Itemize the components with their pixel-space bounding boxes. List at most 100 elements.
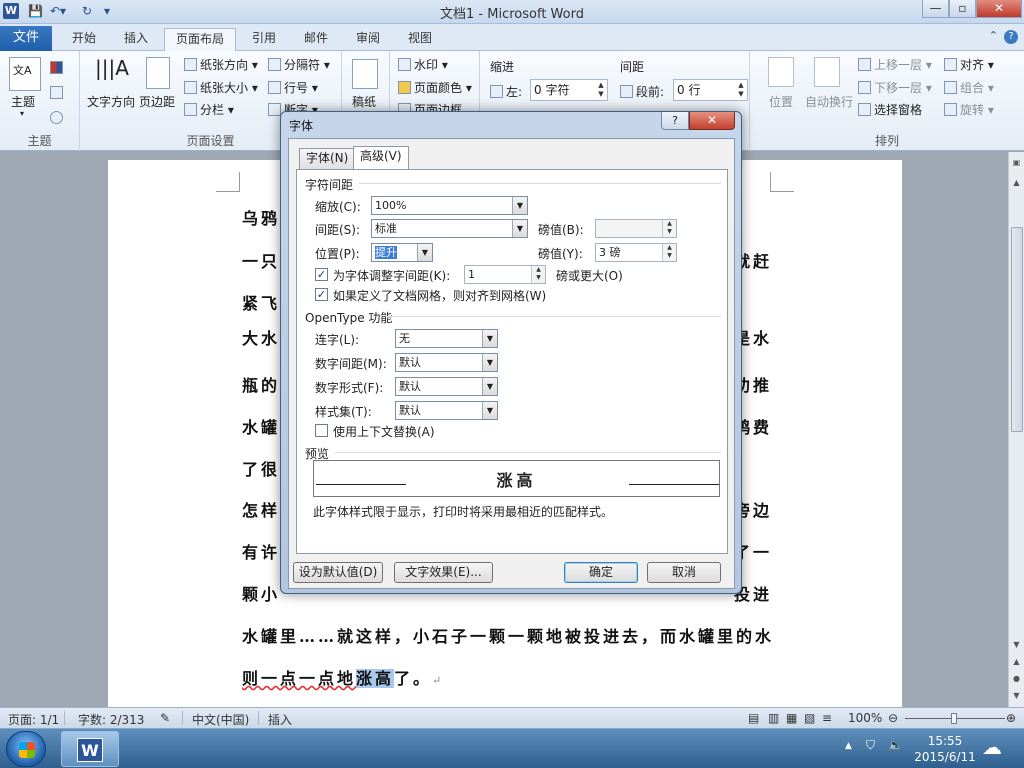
spacing-by-spinner[interactable]: ▲ ▼ <box>662 220 676 237</box>
proofing-icon[interactable]: ✎ <box>160 711 170 725</box>
spacing-select[interactable]: 标准 ▼ <box>371 219 528 238</box>
tab-references[interactable]: 引用 <box>240 28 288 51</box>
tab-advanced[interactable]: 高级(V) <box>353 146 409 170</box>
indent-left-spinner[interactable]: ▲ ▼ <box>596 81 606 99</box>
dialog-help-button[interactable]: ? <box>661 112 689 130</box>
theme-effects-icon[interactable] <box>50 111 63 124</box>
status-language[interactable]: 中文(中国) <box>192 711 249 728</box>
spacing-before-spinner[interactable]: ▲ ▼ <box>736 81 746 99</box>
print-layout-icon[interactable]: ▤ <box>748 711 759 725</box>
bring-forward-button[interactable]: 上移一层 ▾ <box>858 56 932 73</box>
collapse-ribbon-icon[interactable]: ⌃ <box>989 29 998 42</box>
scroll-thumb[interactable] <box>1011 227 1023 432</box>
selected-text[interactable]: 涨高 <box>356 669 395 688</box>
theme-icon[interactable]: 文A <box>9 57 41 91</box>
tab-insert[interactable]: 插入 <box>112 28 160 51</box>
clock[interactable]: 15:55 2015/6/11 <box>910 733 980 765</box>
scale-select[interactable]: 100% ▼ <box>371 196 528 215</box>
status-words[interactable]: 字数: 2/313 <box>78 711 144 728</box>
line-numbers-button[interactable]: 行号 ▾ <box>268 79 318 96</box>
theme-fonts-icon[interactable] <box>50 86 63 99</box>
indent-left-input[interactable]: 0 字符 ▲ ▼ <box>530 79 608 101</box>
margins-icon[interactable] <box>146 57 170 89</box>
status-insert-mode[interactable]: 插入 <box>268 711 292 728</box>
zoom-in-icon[interactable]: ⊕ <box>1006 711 1016 725</box>
wrap-text-button[interactable]: 自动换行 <box>805 93 853 110</box>
group-objects-button[interactable]: 组合 ▾ <box>944 79 994 96</box>
help-icon[interactable]: ? <box>1004 30 1018 44</box>
size-button[interactable]: 纸张大小 ▾ <box>184 79 258 96</box>
theme-colors-icon[interactable] <box>50 61 63 74</box>
rotate-button[interactable]: 旋转 ▾ <box>944 101 994 118</box>
orientation-button[interactable]: 纸张方向 ▾ <box>184 56 258 73</box>
full-screen-reading-icon[interactable]: ▥ <box>768 711 779 725</box>
cancel-button[interactable]: 取消 <box>647 562 721 583</box>
scroll-up-icon[interactable]: ▲ <box>1009 178 1024 187</box>
theme-dropdown-icon[interactable]: ▾ <box>20 109 24 118</box>
position-icon[interactable] <box>768 57 794 87</box>
columns-button[interactable]: 分栏 ▾ <box>184 101 234 118</box>
spacing-before-input[interactable]: 0 行 ▲ ▼ <box>673 79 748 101</box>
position-by-input[interactable]: 3 磅 ▲ ▼ <box>595 243 677 262</box>
text-direction-button[interactable]: 文字方向 <box>87 93 135 110</box>
outline-icon[interactable]: ▧ <box>804 711 815 725</box>
contextual-alternates-checkbox[interactable] <box>315 424 328 437</box>
tab-page-layout[interactable]: 页面布局 <box>164 28 236 52</box>
ligatures-select[interactable]: 无 ▼ <box>395 329 498 348</box>
text-direction-icon[interactable]: |||A <box>95 56 129 88</box>
action-center-icon[interactable]: ⛉ <box>866 738 875 753</box>
watermark-button[interactable]: 水印 ▾ <box>398 56 448 73</box>
number-forms-select[interactable]: 默认 ▼ <box>395 377 498 396</box>
previous-page-icon[interactable]: ▲ <box>1009 657 1024 666</box>
tab-view[interactable]: 视图 <box>396 28 444 51</box>
tab-mailings[interactable]: 邮件 <box>292 28 340 51</box>
zoom-slider-thumb[interactable] <box>951 713 957 724</box>
kerning-spinner[interactable]: ▲ ▼ <box>531 266 545 283</box>
breaks-button[interactable]: 分隔符 ▾ <box>268 56 330 73</box>
set-default-button[interactable]: 设为默认值(D) <box>293 562 383 583</box>
weather-icon[interactable]: ☁ <box>982 735 1002 759</box>
align-button[interactable]: 对齐 ▾ <box>944 56 994 73</box>
send-backward-button[interactable]: 下移一层 ▾ <box>858 79 932 96</box>
tab-file[interactable]: 文件 <box>0 26 52 51</box>
position-by-spinner[interactable]: ▲ ▼ <box>662 244 676 261</box>
scroll-down-icon[interactable]: ▼ <box>1009 640 1024 649</box>
volume-icon[interactable]: 🔈 <box>888 738 903 752</box>
tab-font[interactable]: 字体(N) <box>299 148 356 169</box>
kerning-input[interactable]: 1 ▲ ▼ <box>464 265 546 284</box>
position-button[interactable]: 位置 <box>769 93 793 110</box>
manuscript-paper-icon[interactable] <box>352 59 378 89</box>
spacing-by-input[interactable]: ▲ ▼ <box>595 219 677 238</box>
tray-expand-icon[interactable]: ▲ <box>845 741 852 751</box>
position-select[interactable]: 提升 ▼ <box>371 243 433 262</box>
zoom-slider[interactable] <box>905 713 1005 724</box>
theme-button[interactable]: 主题 <box>11 93 35 110</box>
stylistic-sets-select[interactable]: 默认 ▼ <box>395 401 498 420</box>
zoom-out-icon[interactable]: ⊖ <box>888 711 898 725</box>
tab-review[interactable]: 审阅 <box>344 28 392 51</box>
text-effects-button[interactable]: 文字效果(E)... <box>394 562 493 583</box>
manuscript-paper-button[interactable]: 稿纸 <box>352 93 376 110</box>
kerning-checkbox[interactable]: ✓ <box>315 268 328 281</box>
next-page-icon[interactable]: ▼ <box>1009 691 1024 700</box>
browse-object-icon[interactable]: ● <box>1009 674 1024 683</box>
tab-home[interactable]: 开始 <box>60 28 108 51</box>
web-layout-icon[interactable]: ▦ <box>786 711 797 725</box>
selection-pane-button[interactable]: 选择窗格 <box>858 101 922 118</box>
minimize-button[interactable]: — <box>922 0 949 18</box>
dialog-close-button[interactable]: ✕ <box>689 112 735 130</box>
number-spacing-select[interactable]: 默认 ▼ <box>395 353 498 372</box>
ok-button[interactable]: 确定 <box>564 562 638 583</box>
draft-icon[interactable]: ≡ <box>822 711 832 725</box>
margins-button[interactable]: 页边距 <box>139 93 175 110</box>
start-button[interactable] <box>6 731 46 767</box>
page-color-button[interactable]: 页面颜色 ▾ <box>398 79 472 96</box>
vertical-scrollbar[interactable]: ▣ ▲ ▼ ▲ ● ▼ <box>1008 152 1024 707</box>
zoom-level[interactable]: 100% <box>848 711 882 725</box>
wrap-text-icon[interactable] <box>814 57 840 87</box>
taskbar-word[interactable]: W <box>61 731 119 767</box>
ruler-toggle-icon[interactable]: ▣ <box>1009 158 1024 167</box>
maximize-button[interactable]: ▫ <box>949 0 976 18</box>
snap-grid-checkbox[interactable]: ✓ <box>315 288 328 301</box>
status-page[interactable]: 页面: 1/1 <box>8 711 59 728</box>
